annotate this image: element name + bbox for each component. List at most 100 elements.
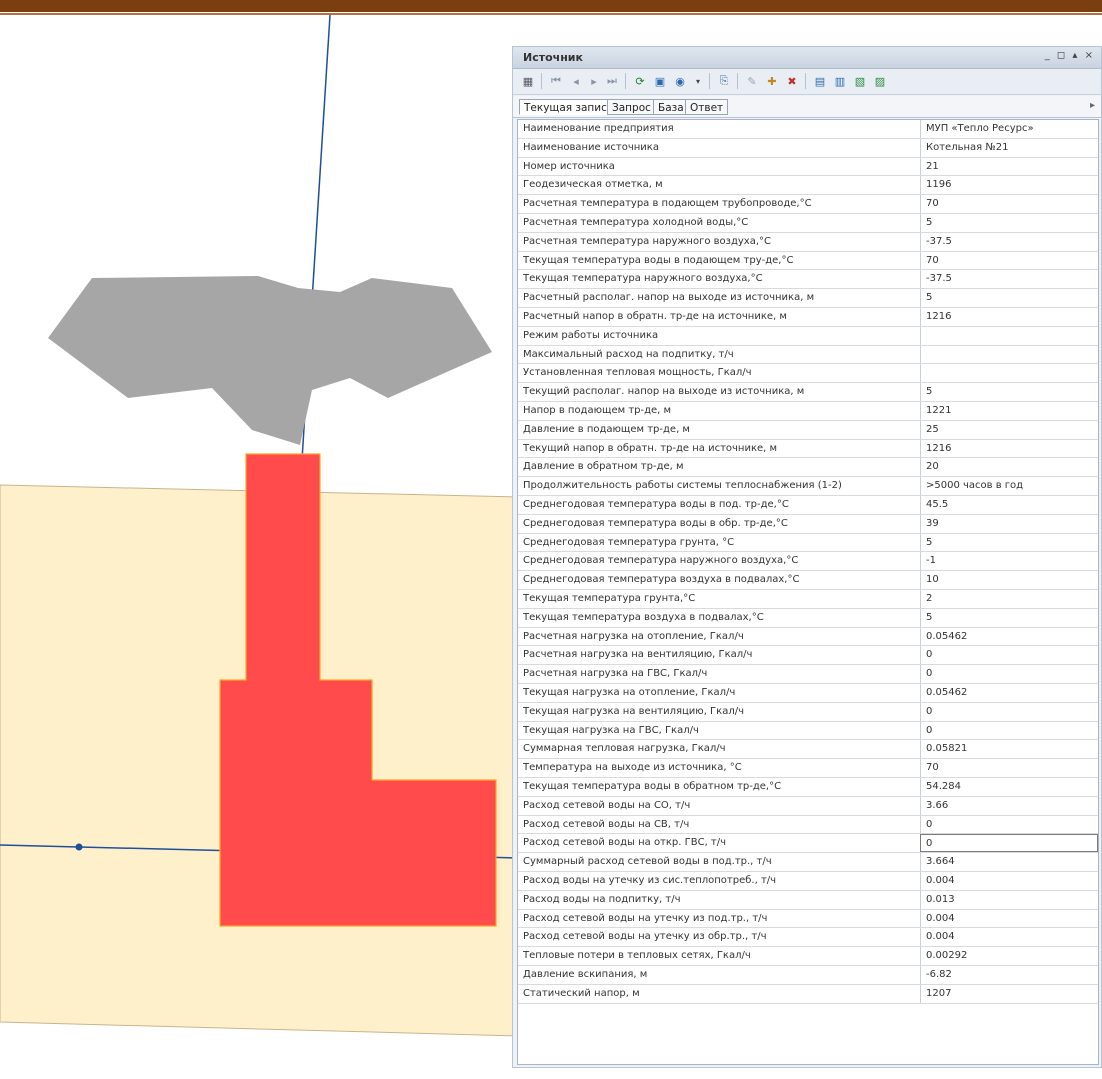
refresh-icon[interactable]: ⟳ xyxy=(631,72,649,90)
property-value[interactable] xyxy=(920,326,1098,345)
property-row[interactable]: Среднегодовая температура воды в обр. тр… xyxy=(518,514,1098,534)
property-value[interactable]: 3.664 xyxy=(920,853,1098,871)
export-icon[interactable]: ⎘ xyxy=(715,72,733,90)
calc2-icon[interactable]: ▥ xyxy=(831,72,849,90)
property-value[interactable]: 25 xyxy=(920,420,1098,439)
property-row[interactable]: Установленная тепловая мощность, Гкал/ч xyxy=(518,364,1098,384)
property-row[interactable]: Текущий располаг. напор на выходе из ист… xyxy=(518,383,1098,402)
property-row[interactable]: Геодезическая отметка, м 1196 xyxy=(518,176,1098,196)
property-row[interactable]: Расход сетевой воды на утечку из обр.тр.… xyxy=(518,928,1098,948)
pipe-node[interactable] xyxy=(75,843,83,851)
window-titlebar[interactable]: Источник _ ◻ ▴ × xyxy=(513,47,1101,69)
property-value[interactable]: 5 xyxy=(920,533,1098,552)
property-value[interactable]: 0.004 xyxy=(920,909,1098,928)
add-icon[interactable]: ✚ xyxy=(763,72,781,90)
tab-query[interactable]: Запрос xyxy=(607,99,656,115)
tab-scroll-icon[interactable]: ▸ xyxy=(1090,100,1095,111)
property-row[interactable]: Среднегодовая температура воздуха в подв… xyxy=(518,571,1098,590)
property-value[interactable]: 1207 xyxy=(920,984,1098,1003)
property-value[interactable]: -37.5 xyxy=(920,270,1098,289)
first-record-icon[interactable]: ⏮ xyxy=(547,72,565,90)
property-row[interactable]: Текущая температура грунта,°С 2 xyxy=(518,590,1098,609)
property-value[interactable]: 0.05821 xyxy=(920,740,1098,759)
property-row[interactable]: Среднегодовая температура воды в под. тр… xyxy=(518,496,1098,515)
property-value[interactable]: 5 xyxy=(920,383,1098,401)
property-row[interactable]: Наименование предприятия МУП «Тепло Ресур… xyxy=(518,120,1098,139)
property-value[interactable] xyxy=(920,345,1098,364)
property-row[interactable]: Расчетная температура в подающем трубопр… xyxy=(518,195,1098,214)
property-row[interactable]: Суммарный расход сетевой воды в под.тр.,… xyxy=(518,853,1098,872)
property-row[interactable]: Продолжительность работы системы теплосн… xyxy=(518,477,1098,496)
property-row[interactable]: Расчетная нагрузка на ГВС, Гкал/ч 0 xyxy=(518,665,1098,684)
property-row[interactable]: Текущая температура воздуха в подвалах,°… xyxy=(518,608,1098,628)
property-row[interactable]: Текущая температура воды в обратном тр-д… xyxy=(518,778,1098,797)
property-row[interactable]: Расчетный располаг. напор на выходе из и… xyxy=(518,289,1098,308)
report-icon[interactable]: ▧ xyxy=(851,72,869,90)
property-row[interactable]: Расход сетевой воды на СО, т/ч 3.66 xyxy=(518,796,1098,816)
property-row[interactable]: Тепловые потери в тепловых сетях, Гкал/ч… xyxy=(518,947,1098,966)
property-value[interactable]: 20 xyxy=(920,458,1098,477)
property-value[interactable]: 0.05462 xyxy=(920,684,1098,702)
next-record-icon[interactable]: ▸ xyxy=(585,72,603,90)
property-row[interactable]: Расход воды на утечку из сис.теплопотреб… xyxy=(518,872,1098,891)
property-value[interactable]: 5 xyxy=(920,608,1098,627)
property-value[interactable]: 0.05462 xyxy=(920,627,1098,646)
prev-record-icon[interactable]: ◂ xyxy=(567,72,585,90)
grey-polygon[interactable] xyxy=(48,276,492,445)
property-value[interactable]: 5 xyxy=(920,289,1098,307)
property-row[interactable]: Расчетная температура наружного воздуха,… xyxy=(518,232,1098,252)
property-value[interactable]: 0 xyxy=(920,702,1098,721)
property-value[interactable]: 1221 xyxy=(920,402,1098,420)
property-value[interactable]: -37.5 xyxy=(920,232,1098,251)
property-value[interactable]: 0 xyxy=(920,815,1098,834)
property-value[interactable]: 3.66 xyxy=(920,796,1098,815)
property-row[interactable]: Расход сетевой воды на откр. ГВС, т/ч 0 xyxy=(518,834,1098,854)
edit-icon[interactable]: ✎ xyxy=(743,72,761,90)
property-row[interactable]: Режим работы источника xyxy=(518,326,1098,346)
property-value[interactable]: 70 xyxy=(920,251,1098,270)
property-value[interactable]: 5 xyxy=(920,214,1098,232)
property-value[interactable]: 0 xyxy=(920,646,1098,665)
calc-icon[interactable]: ▤ xyxy=(811,72,829,90)
property-row[interactable]: Расчетная нагрузка на отопление, Гкал/ч 0… xyxy=(518,627,1098,647)
property-row[interactable]: Давление в обратном тр-де, м 20 xyxy=(518,458,1098,478)
property-row[interactable]: Расход сетевой воды на СВ, т/ч 0 xyxy=(518,815,1098,835)
property-value[interactable]: 0.013 xyxy=(920,890,1098,909)
property-value[interactable]: 39 xyxy=(920,514,1098,533)
property-value[interactable]: -1 xyxy=(920,552,1098,571)
delete-icon[interactable]: ✖ xyxy=(783,72,801,90)
property-row[interactable]: Текущий напор в обратн. тр-де на источни… xyxy=(518,439,1098,459)
property-value[interactable]: Котельная №21 xyxy=(920,138,1098,157)
tab-current-record[interactable]: Текущая запись xyxy=(519,99,619,115)
property-value[interactable]: 10 xyxy=(920,571,1098,589)
property-row[interactable]: Расход сетевой воды на утечку из под.тр.… xyxy=(518,909,1098,929)
dropdown-arrow-icon[interactable]: ▾ xyxy=(689,72,707,90)
property-row[interactable]: Среднегодовая температура грунта, °С 5 xyxy=(518,533,1098,553)
window-controls[interactable]: _ ◻ ▴ × xyxy=(1045,50,1095,61)
globe-icon[interactable]: ◉ xyxy=(671,72,689,90)
property-value[interactable]: 0 xyxy=(920,665,1098,683)
property-row[interactable]: Напор в подающем тр-де, м 1221 xyxy=(518,402,1098,421)
property-value[interactable]: 21 xyxy=(920,157,1098,176)
property-row[interactable]: Расход воды на подпитку, т/ч 0.013 xyxy=(518,890,1098,910)
property-row[interactable]: Расчетная температура холодной воды,°С 5 xyxy=(518,214,1098,233)
property-row[interactable]: Номер источника 21 xyxy=(518,157,1098,177)
property-row[interactable]: Среднегодовая температура наружного возд… xyxy=(518,552,1098,572)
source-properties-window[interactable]: Источник _ ◻ ▴ × ▦ ⏮ ◂ ▸ ⏭ ⟳ ▣ ◉ ▾ ⎘ ✎ ✚… xyxy=(512,46,1102,1068)
property-value[interactable]: 2 xyxy=(920,590,1098,608)
property-row[interactable]: Максимальный расход на подпитку, т/ч xyxy=(518,345,1098,365)
property-value[interactable]: -6.82 xyxy=(920,966,1098,984)
map-svg[interactable] xyxy=(0,15,520,1079)
property-value[interactable]: 0.00292 xyxy=(920,947,1098,965)
property-value[interactable]: 0 xyxy=(920,721,1098,740)
property-value[interactable]: 54.284 xyxy=(920,778,1098,796)
table-icon[interactable]: ▣ xyxy=(651,72,669,90)
property-value[interactable]: 0 xyxy=(920,834,1098,853)
property-row[interactable]: Расчетная нагрузка на вентиляцию, Гкал/ч… xyxy=(518,646,1098,666)
property-row[interactable]: Текущая нагрузка на ГВС, Гкал/ч 0 xyxy=(518,721,1098,741)
property-row[interactable]: Давление в подающем тр-де, м 25 xyxy=(518,420,1098,440)
property-row[interactable]: Суммарная тепловая нагрузка, Гкал/ч 0.058… xyxy=(518,740,1098,760)
property-row[interactable]: Температура на выходе из источника, °С 70 xyxy=(518,759,1098,778)
property-row[interactable]: Текущая температура воды в подающем тру-… xyxy=(518,251,1098,271)
last-record-icon[interactable]: ⏭ xyxy=(603,72,621,90)
